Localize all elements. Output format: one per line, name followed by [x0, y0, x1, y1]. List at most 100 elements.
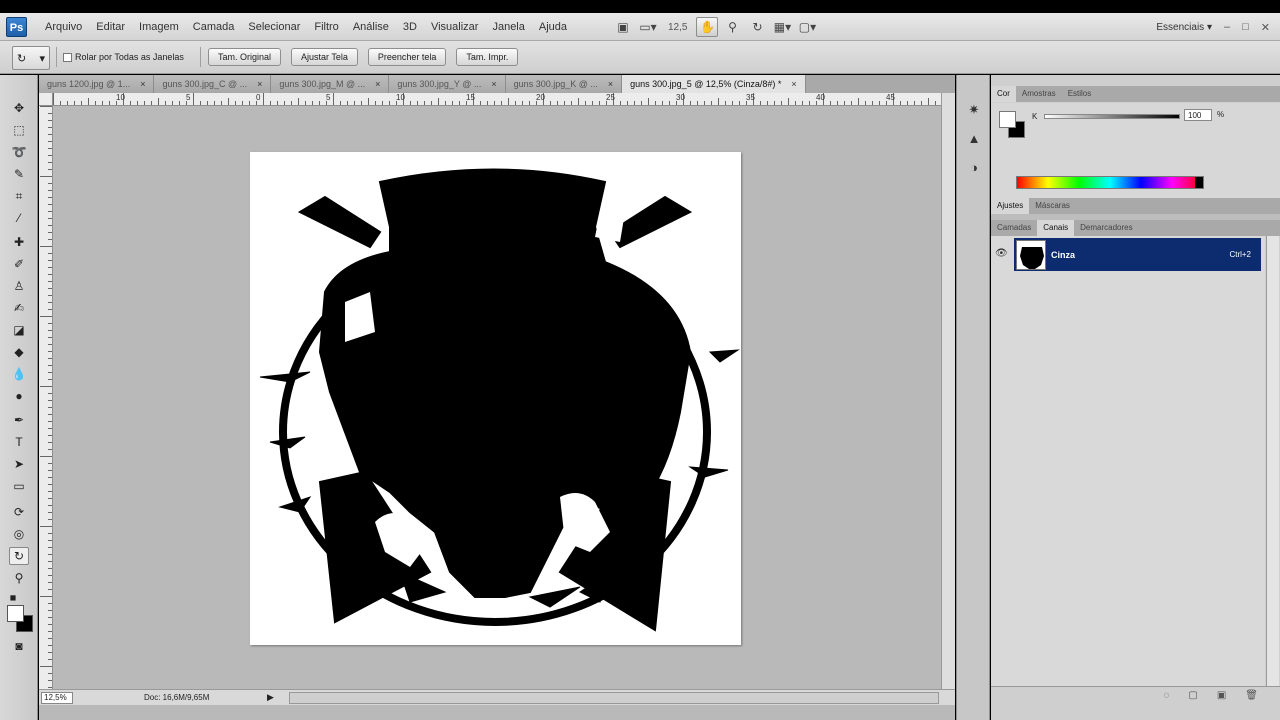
minimize-button[interactable]: –	[1224, 21, 1230, 33]
default-colors-icon[interactable]: ◼	[3, 588, 23, 606]
tab-cor[interactable]: Cor	[991, 86, 1016, 102]
eyedropper-tool-icon[interactable]: ⁄	[9, 209, 29, 227]
ruler-tick	[48, 260, 52, 261]
3d-rotate-tool-icon[interactable]: ⟳	[9, 503, 29, 521]
close-icon[interactable]: ×	[491, 75, 496, 93]
tab-canais[interactable]: Canais	[1037, 220, 1075, 236]
close-icon[interactable]: ×	[257, 75, 262, 93]
menu-camada[interactable]: Camada	[186, 13, 242, 41]
arrange-documents-icon[interactable]: ▦▾	[771, 17, 793, 37]
tool-preset-picker[interactable]: ↻ ▾	[12, 46, 50, 70]
paint-bucket-tool-icon[interactable]: ◆	[9, 343, 29, 361]
shape-tool-icon[interactable]: ▭	[9, 477, 29, 495]
document-canvas[interactable]	[250, 152, 741, 645]
bridge-icon[interactable]: ▣	[612, 17, 634, 37]
actual-pixels-button[interactable]: Tam. Original	[208, 48, 282, 66]
menu-arquivo[interactable]: Arquivo	[38, 13, 89, 41]
rotate-view-icon[interactable]: ↻	[746, 17, 768, 37]
canvas-workspace[interactable]	[54, 107, 940, 687]
history-brush-tool-icon[interactable]: ✍	[9, 299, 29, 317]
healing-brush-tool-icon[interactable]: ✚	[9, 233, 29, 251]
menu-janela[interactable]: Janela	[485, 13, 531, 41]
eraser-tool-icon[interactable]: ◪	[9, 321, 29, 339]
navigator-icon[interactable]: ✷	[964, 100, 984, 120]
close-icon[interactable]: ×	[791, 75, 796, 93]
close-icon[interactable]: ×	[608, 75, 613, 93]
foreground-color-swatch[interactable]	[7, 605, 24, 622]
trash-icon[interactable]: 🗑	[1245, 690, 1258, 701]
panel-scrollbar[interactable]	[1266, 236, 1279, 686]
new-channel-icon[interactable]: ▣	[1217, 690, 1226, 701]
fit-screen-button[interactable]: Ajustar Tela	[291, 48, 358, 66]
status-menu-arrow-icon[interactable]: ▶	[267, 692, 274, 703]
lasso-tool-icon[interactable]: ➰	[9, 143, 29, 161]
blur-tool-icon[interactable]: 💧	[9, 365, 29, 383]
menu-visualizar[interactable]: Visualizar	[424, 13, 486, 41]
close-icon[interactable]: ×	[140, 75, 145, 93]
vertical-ruler[interactable]	[39, 106, 53, 689]
hand-tool-icon[interactable]: ✋	[696, 17, 719, 37]
scroll-all-windows-checkbox[interactable]: Rolar por Todas as Janelas	[63, 52, 184, 62]
foreground-color-swatch[interactable]	[999, 111, 1016, 128]
save-selection-icon[interactable]: ▢	[1188, 690, 1197, 701]
load-selection-icon[interactable]: ◌	[1163, 690, 1169, 701]
close-icon[interactable]: ×	[375, 75, 380, 93]
menu-imagem[interactable]: Imagem	[132, 13, 186, 41]
zoom-level-select[interactable]: 12,5	[662, 22, 693, 33]
menu-3d[interactable]: 3D	[396, 13, 424, 41]
tab-doc-1[interactable]: guns 1200.jpg @ 1... ×	[39, 75, 155, 93]
crop-tool-icon[interactable]: ⌗	[9, 187, 29, 205]
path-selection-tool-icon[interactable]: ➤	[9, 455, 29, 473]
brush-tool-icon[interactable]: ✐	[9, 255, 29, 273]
k-slider[interactable]	[1044, 114, 1180, 119]
move-tool-icon[interactable]: ✥	[9, 99, 29, 117]
zoom-field[interactable]: 12,5%	[41, 692, 73, 704]
view-extras-icon[interactable]: ▭▾	[637, 17, 659, 37]
channel-row-cinza[interactable]: Cinza Ctrl+2	[1014, 238, 1261, 271]
rotate-view-tool-icon[interactable]: ↻	[9, 547, 29, 565]
print-size-button[interactable]: Tam. Impr.	[456, 48, 519, 66]
workspace-switcher[interactable]: Essenciais ▾	[1156, 22, 1212, 33]
zoom-tool-icon[interactable]: ⚲	[721, 17, 743, 37]
ruler-origin[interactable]	[39, 93, 53, 106]
tab-estilos[interactable]: Estilos	[1062, 86, 1098, 102]
checkbox-box[interactable]	[63, 52, 72, 62]
tab-demarcadores[interactable]: Demarcadores	[1074, 220, 1138, 236]
histogram-icon[interactable]: ▲	[964, 128, 984, 148]
quick-selection-tool-icon[interactable]: ✎	[9, 165, 29, 183]
tab-doc-2[interactable]: guns 300.jpg_C @ ... ×	[154, 75, 272, 93]
k-value-input[interactable]: 100	[1184, 109, 1212, 121]
tab-doc-5[interactable]: guns 300.jpg_K @ ... ×	[505, 75, 623, 93]
ruler-tick	[795, 101, 796, 105]
menu-analise[interactable]: Análise	[346, 13, 396, 41]
vertical-scrollbar[interactable]	[941, 93, 955, 689]
info-icon[interactable]: ◑	[964, 157, 984, 177]
tab-camadas[interactable]: Camadas	[991, 220, 1037, 236]
tab-doc-4[interactable]: guns 300.jpg_Y @ ... ×	[389, 75, 506, 93]
zoom-tool-icon[interactable]: ⚲	[9, 569, 29, 587]
maximize-button[interactable]: □	[1242, 21, 1249, 33]
dodge-tool-icon[interactable]: ●	[9, 387, 29, 405]
quick-mask-icon[interactable]: ◙	[9, 637, 29, 655]
tab-doc-active[interactable]: guns 300.jpg_5 @ 12,5% (Cinza/8#) * ×	[622, 75, 806, 93]
type-tool-icon[interactable]: T	[9, 433, 29, 451]
menu-filtro[interactable]: Filtro	[307, 13, 345, 41]
color-ramp[interactable]	[1016, 176, 1204, 189]
close-button[interactable]: ✕	[1261, 21, 1270, 34]
horizontal-ruler[interactable]: 10 5 0 5 10 15 20 25 30 35 40 45	[53, 93, 941, 106]
fill-screen-button[interactable]: Preencher tela	[367, 48, 447, 66]
menu-selecionar[interactable]: Selecionar	[241, 13, 307, 41]
horizontal-scrollbar[interactable]	[289, 692, 939, 704]
clone-stamp-tool-icon[interactable]: ♙	[9, 277, 29, 295]
tab-mascaras[interactable]: Máscaras	[1029, 198, 1076, 214]
screen-mode-icon[interactable]: ▢▾	[796, 17, 818, 37]
tab-amostras[interactable]: Amostras	[1016, 86, 1062, 102]
marquee-tool-icon[interactable]: ⬚	[9, 121, 29, 139]
pen-tool-icon[interactable]: ✒	[9, 411, 29, 429]
visibility-eye-icon[interactable]: 👁	[995, 248, 1008, 259]
3d-orbit-tool-icon[interactable]: ◎	[9, 525, 29, 543]
tab-ajustes[interactable]: Ajustes	[991, 198, 1030, 214]
menu-ajuda[interactable]: Ajuda	[532, 13, 574, 41]
tab-doc-3[interactable]: guns 300.jpg_M @ ... ×	[271, 75, 390, 93]
menu-editar[interactable]: Editar	[89, 13, 132, 41]
